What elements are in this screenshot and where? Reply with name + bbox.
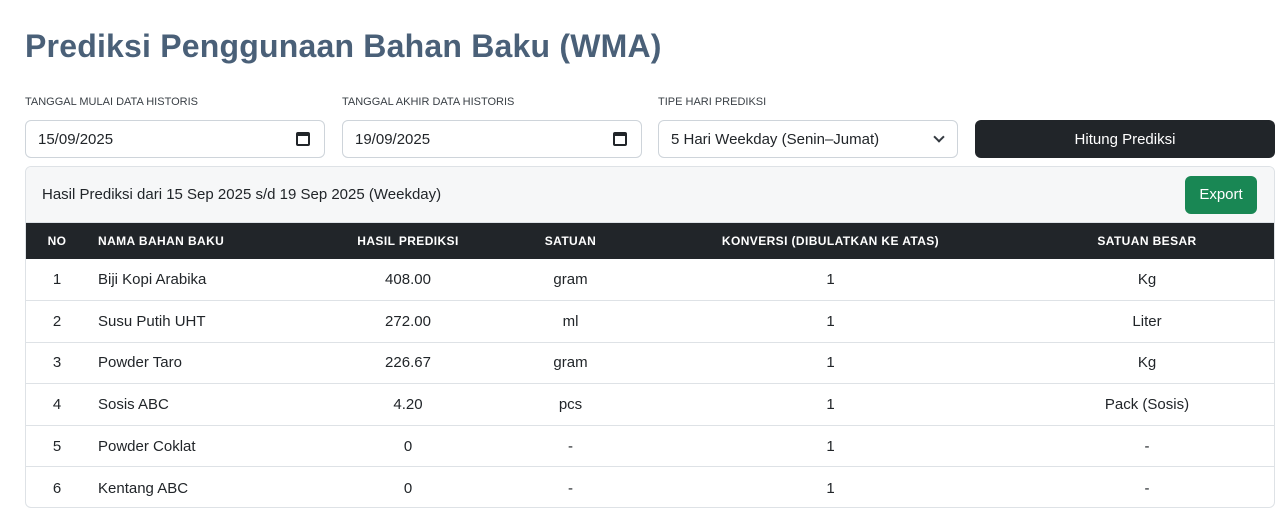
start-date-value: 15/09/2025: [38, 130, 114, 148]
table-row: 3 Powder Taro 226.67 gram 1 Kg: [26, 342, 1274, 384]
chevron-down-icon: [933, 131, 945, 143]
day-type-select[interactable]: 5 Hari Weekday (Senin–Jumat): [658, 120, 958, 158]
cell-name: Biji Kopi Arabika: [98, 271, 207, 289]
cell-no: 3: [52, 354, 62, 372]
column-header-prediction[interactable]: HASIL PREDIKSI: [318, 223, 498, 259]
cell-name: Susu Putih UHT: [98, 312, 206, 330]
cell-big-unit: Kg: [1137, 271, 1157, 289]
cell-conversion: 1: [826, 396, 835, 414]
day-type-label: TIPE HARI PREDIKSI: [658, 96, 767, 108]
start-date-label: TANGGAL MULAI DATA HISTORIS: [25, 96, 198, 108]
cell-prediction: 0: [403, 437, 413, 455]
cell-no: 6: [52, 479, 62, 497]
cell-big-unit: -: [1144, 479, 1150, 497]
export-button[interactable]: Export: [1185, 175, 1257, 214]
calendar-icon[interactable]: [296, 132, 310, 146]
cell-big-unit: Pack (Sosis): [1104, 396, 1190, 414]
table-row: 4 Sosis ABC 4.20 pcs 1 Pack (Sosis): [26, 384, 1274, 426]
column-header-no[interactable]: NO: [26, 223, 88, 259]
cell-big-unit: -: [1144, 437, 1150, 455]
table-row: 5 Powder Coklat 0 - 1 -: [26, 425, 1274, 467]
cell-conversion: 1: [826, 354, 835, 372]
table-row: 1 Biji Kopi Arabika 408.00 gram 1 Kg: [26, 259, 1274, 301]
cell-name: Kentang ABC: [98, 479, 189, 497]
cell-prediction: 0: [403, 479, 413, 497]
cell-no: 5: [52, 437, 62, 455]
table-row: 2 Susu Putih UHT 272.00 ml 1 Liter: [26, 301, 1274, 343]
cell-big-unit: Kg: [1137, 354, 1157, 372]
cell-unit: -: [568, 479, 573, 497]
start-date-input[interactable]: 15/09/2025: [25, 120, 325, 158]
cell-conversion: 1: [826, 312, 835, 330]
cell-big-unit: Liter: [1132, 312, 1162, 330]
end-date-label: TANGGAL AKHIR DATA HISTORIS: [342, 96, 515, 108]
cell-prediction: 272.00: [385, 312, 431, 330]
table-header-row: NO NAMA BAHAN BAKU HASIL PREDIKSI SATUAN…: [26, 223, 1274, 259]
cell-unit: -: [568, 437, 573, 455]
cell-unit: ml: [562, 312, 579, 330]
end-date-input[interactable]: 19/09/2025: [342, 120, 642, 158]
result-card: Hasil Prediksi dari 15 Sep 2025 s/d 19 S…: [25, 166, 1275, 508]
column-header-conversion[interactable]: KONVERSI (DIBULATKAN KE ATAS): [643, 223, 1018, 259]
cell-conversion: 1: [826, 437, 835, 455]
calculate-prediction-button[interactable]: Hitung Prediksi: [975, 120, 1275, 158]
result-summary-text: Hasil Prediksi dari 15 Sep 2025 s/d 19 S…: [42, 186, 442, 203]
cell-unit: pcs: [558, 396, 583, 414]
cell-name: Powder Taro: [98, 354, 182, 372]
cell-no: 1: [52, 271, 62, 289]
cell-name: Powder Coklat: [98, 437, 196, 455]
cell-name: Sosis ABC: [98, 396, 169, 414]
column-header-unit[interactable]: SATUAN: [498, 223, 643, 259]
cell-no: 2: [52, 312, 62, 330]
table-row: 6 Kentang ABC 0 - 1 -: [26, 467, 1274, 507]
page-title: Prediksi Penggunaan Bahan Baku (WMA): [25, 28, 662, 64]
cell-conversion: 1: [826, 479, 835, 497]
cell-unit: gram: [553, 354, 588, 372]
cell-no: 4: [52, 396, 62, 414]
column-header-big-unit[interactable]: SATUAN BESAR: [1018, 223, 1274, 259]
cell-conversion: 1: [826, 271, 835, 289]
calendar-icon[interactable]: [613, 132, 627, 146]
cell-unit: gram: [553, 271, 588, 289]
column-header-name[interactable]: NAMA BAHAN BAKU: [88, 223, 318, 259]
end-date-value: 19/09/2025: [355, 130, 431, 148]
cell-prediction: 226.67: [385, 354, 431, 372]
day-type-value: 5 Hari Weekday (Senin–Jumat): [671, 130, 880, 148]
result-card-header: Hasil Prediksi dari 15 Sep 2025 s/d 19 S…: [26, 167, 1274, 223]
cell-prediction: 4.20: [393, 396, 423, 414]
cell-prediction: 408.00: [385, 271, 431, 289]
prediction-table: NO NAMA BAHAN BAKU HASIL PREDIKSI SATUAN…: [26, 223, 1274, 507]
